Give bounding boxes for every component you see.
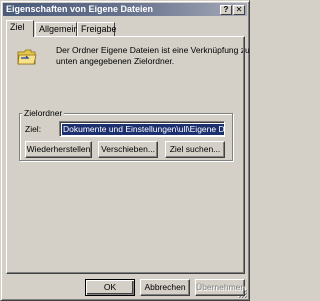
- target-label: Ziel:: [25, 124, 42, 134]
- close-button[interactable]: ✕: [233, 5, 245, 15]
- apply-button: Übernehmen: [195, 279, 245, 296]
- properties-dialog: Eigenschaften von Eigene Dateien ? ✕ Zie…: [0, 0, 250, 301]
- title-bar[interactable]: Eigenschaften von Eigene Dateien ? ✕: [3, 3, 247, 16]
- cancel-button[interactable]: Abbrechen: [140, 279, 190, 296]
- find-target-button[interactable]: Ziel suchen...: [165, 141, 225, 158]
- ok-button[interactable]: OK: [85, 279, 135, 296]
- tab-allgemein[interactable]: Allgemein: [35, 22, 79, 36]
- move-button[interactable]: Verschieben...: [98, 141, 158, 158]
- tab-freigabe[interactable]: Freigabe: [77, 22, 117, 36]
- help-button[interactable]: ?: [220, 5, 232, 15]
- tab-ziel[interactable]: Ziel: [6, 20, 34, 37]
- window-title: Eigenschaften von Eigene Dateien: [6, 4, 154, 14]
- restore-button[interactable]: Wiederherstellen: [25, 141, 92, 158]
- target-path-value: Dokumente und Einstellungen\ull\Eigene D…: [62, 124, 224, 135]
- group-label: Zielordner: [22, 108, 65, 118]
- target-path-input[interactable]: Dokumente und Einstellungen\ull\Eigene D…: [59, 121, 225, 137]
